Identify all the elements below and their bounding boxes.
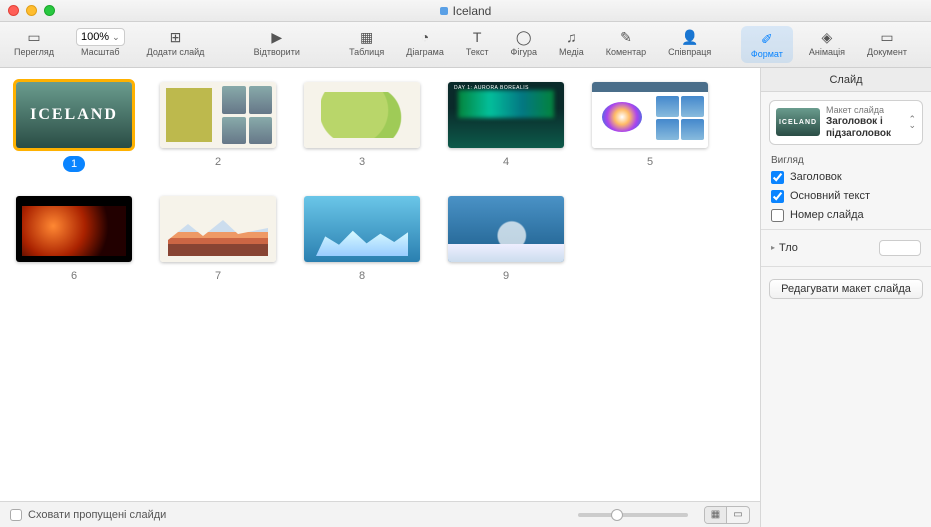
body-checkbox-row[interactable]: Основний текст — [761, 187, 931, 206]
toolbar: ▭ Перегляд 100%⌄ Масштаб ⊞ Додати слайд … — [0, 22, 931, 68]
zoom-slider[interactable] — [578, 513, 688, 517]
body-checkbox[interactable] — [771, 190, 784, 203]
title-checkbox[interactable] — [771, 171, 784, 184]
play-icon: ▶ — [266, 28, 288, 46]
window-titlebar: Iceland — [0, 0, 931, 22]
maximize-icon[interactable] — [44, 5, 55, 16]
slide-number: 3 — [359, 156, 365, 168]
slide-thumb-7[interactable]: 7 — [160, 196, 276, 282]
slide-thumb-4[interactable]: DAY 1: AURORA BOREALIS4 — [448, 82, 564, 172]
slide-thumb-5[interactable]: 5 — [592, 82, 708, 172]
format-tab[interactable]: ✐Формат — [745, 28, 789, 61]
slide-number: 5 — [647, 156, 653, 168]
slidenum-checkbox-row[interactable]: Номер слайда — [761, 206, 931, 225]
document-title: Iceland — [0, 4, 931, 18]
background-row[interactable]: ▸ Тло — [761, 234, 931, 262]
window-controls — [8, 5, 55, 16]
slidenum-checkbox[interactable] — [771, 209, 784, 222]
slide-thumb-9[interactable]: 9 — [448, 196, 564, 282]
slide-number: 6 — [71, 270, 77, 282]
format-inspector: Слайд ICELAND Макет слайда Заголовок і п… — [761, 68, 931, 527]
table-button[interactable]: ▦Таблиця — [343, 26, 390, 59]
status-bar: Сховати пропущені слайди ▦ ▭ — [0, 501, 760, 527]
format-icon: ✐ — [756, 30, 778, 48]
grid-view-icon[interactable]: ▦ — [705, 507, 727, 523]
add-slide-button[interactable]: ⊞ Додати слайд — [141, 26, 211, 59]
comment-button[interactable]: ✎Коментар — [600, 26, 652, 59]
media-icon: ♫ — [560, 28, 582, 46]
appearance-section-title: Вигляд — [761, 151, 931, 168]
chevron-down-icon: ⌄ — [112, 32, 120, 43]
edit-layout-button[interactable]: Редагувати макет слайда — [769, 279, 923, 299]
slide-number: 9 — [503, 270, 509, 282]
shape-icon: ◯ — [513, 28, 535, 46]
text-button[interactable]: TТекст — [460, 26, 495, 59]
layout-caption: Макет слайда — [826, 105, 891, 116]
view-button[interactable]: ▭ Перегляд — [8, 26, 60, 59]
layout-thumb: ICELAND — [776, 108, 820, 136]
media-button[interactable]: ♫Медіа — [553, 26, 590, 59]
hide-skipped-checkbox[interactable] — [10, 509, 22, 521]
title-checkbox-row[interactable]: Заголовок — [761, 168, 931, 187]
collaborate-button[interactable]: 👤Співпраця — [662, 26, 717, 59]
slide-number: 7 — [215, 270, 221, 282]
slide-thumb-6[interactable]: 6 — [16, 196, 132, 282]
slide-thumb-1[interactable]: ICELAND1 — [16, 82, 132, 172]
light-table-view: ICELAND1 2 3 DAY 1: AURORA BOREALIS4 5 6 7 8 9 С… — [0, 68, 761, 527]
disclosure-triangle-icon[interactable]: ▸ — [771, 243, 775, 252]
animation-tab[interactable]: ◈Анімація — [803, 26, 851, 59]
slide-layout-picker[interactable]: ICELAND Макет слайда Заголовок і підзаго… — [769, 100, 923, 145]
table-icon: ▦ — [356, 28, 378, 46]
text-icon: T — [466, 28, 488, 46]
play-button[interactable]: ▶ Відтворити — [248, 26, 306, 59]
minimize-icon[interactable] — [26, 5, 37, 16]
zoom-dropdown[interactable]: 100%⌄ Масштаб — [70, 26, 131, 59]
shape-button[interactable]: ◯Фігура — [505, 26, 544, 59]
collaborate-icon: 👤 — [679, 28, 701, 46]
chart-button[interactable]: ◔Діаграма — [400, 26, 450, 59]
single-view-icon[interactable]: ▭ — [727, 507, 749, 523]
view-icon: ▭ — [23, 28, 45, 46]
slide-grid[interactable]: ICELAND1 2 3 DAY 1: AURORA BOREALIS4 5 6 7 8 9 — [0, 68, 760, 501]
background-color-well[interactable] — [879, 240, 921, 256]
slide-number: 2 — [215, 156, 221, 168]
comment-icon: ✎ — [615, 28, 637, 46]
slide-thumb-3[interactable]: 3 — [304, 82, 420, 172]
layout-name-line2: підзаголовок — [826, 128, 891, 140]
animation-icon: ◈ — [816, 28, 838, 46]
hide-skipped-label: Сховати пропущені слайди — [28, 509, 166, 521]
document-icon: ▭ — [876, 28, 898, 46]
layout-name-line1: Заголовок і — [826, 116, 891, 128]
zoom-slider-knob[interactable] — [611, 509, 623, 521]
view-mode-toggle[interactable]: ▦ ▭ — [704, 506, 750, 524]
slide-number: 4 — [503, 156, 509, 168]
chart-icon: ◔ — [414, 28, 436, 46]
slide-thumb-8[interactable]: 8 — [304, 196, 420, 282]
slide-thumb-2[interactable]: 2 — [160, 82, 276, 172]
chevron-updown-icon: ⌃⌄ — [908, 116, 916, 128]
inspector-tab-slide[interactable]: Слайд — [761, 68, 931, 92]
plus-slide-icon: ⊞ — [165, 28, 187, 46]
slide-number: 8 — [359, 270, 365, 282]
document-tab[interactable]: ▭Документ — [861, 26, 913, 59]
close-icon[interactable] — [8, 5, 19, 16]
slide-number: 1 — [63, 156, 85, 172]
